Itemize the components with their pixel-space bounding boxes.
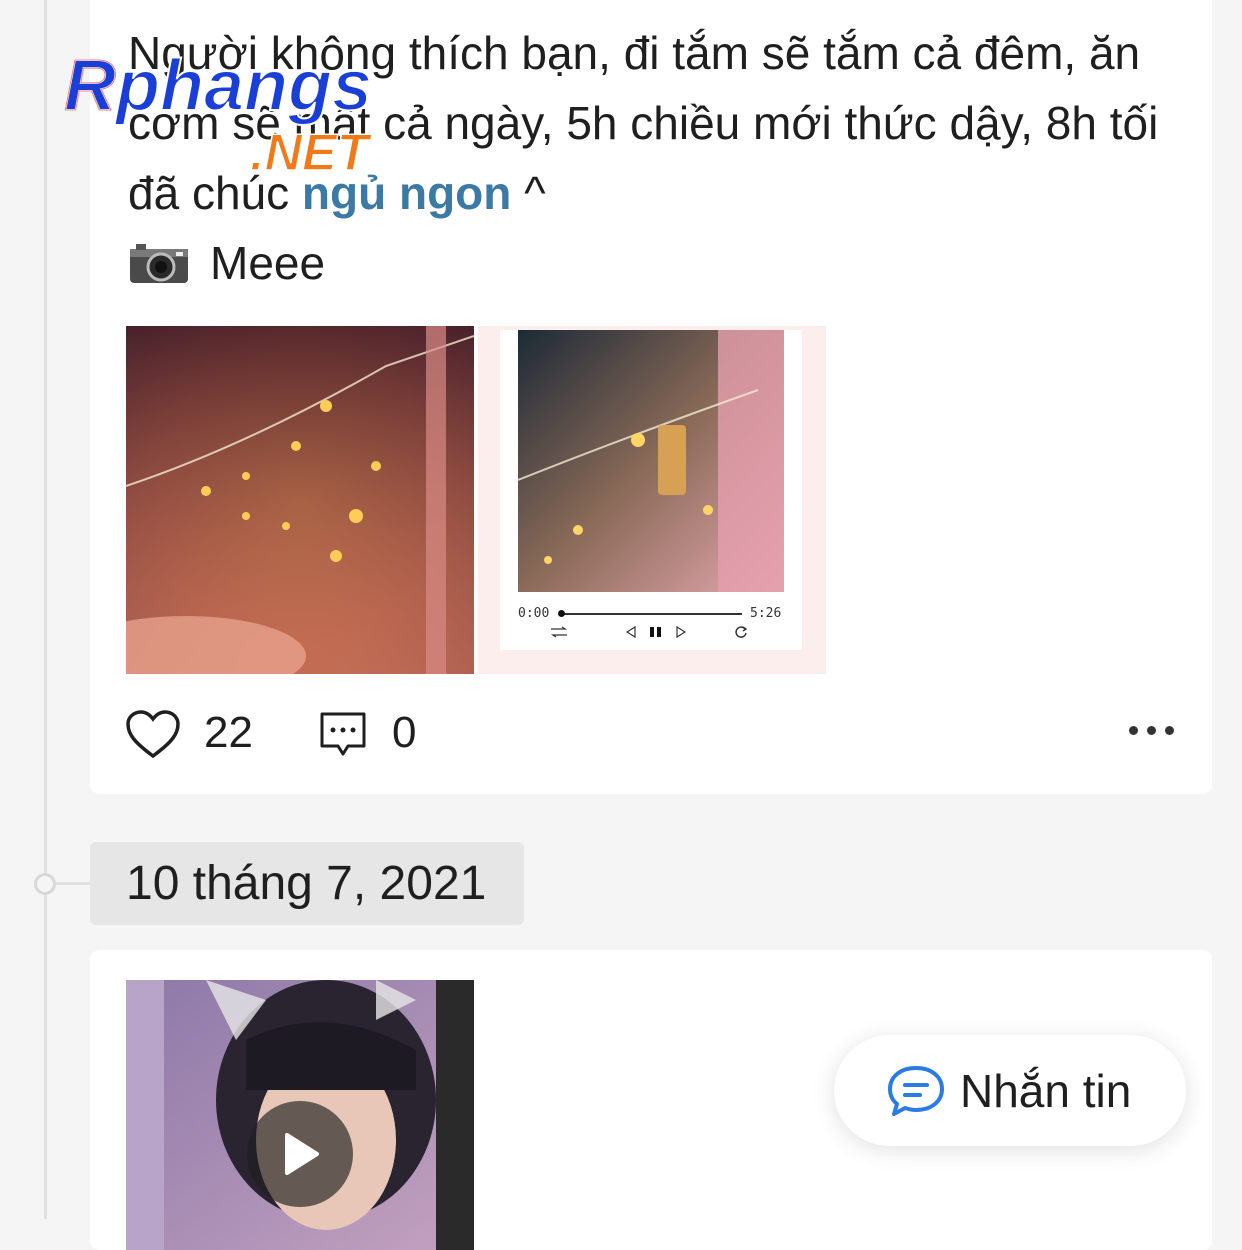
player-progress-track[interactable] — [562, 613, 742, 615]
video-thumbnail[interactable] — [126, 980, 474, 1250]
next-icon[interactable] — [675, 626, 687, 638]
timeline-node — [34, 873, 56, 895]
player-end-time: 5:26 — [750, 606, 782, 621]
comment-count: 0 — [392, 708, 417, 757]
camera-icon — [130, 244, 188, 283]
repeat-icon[interactable] — [734, 625, 748, 639]
timeline-line — [44, 0, 47, 1219]
chat-bubble-icon — [888, 1065, 944, 1116]
timeline-date: 10 tháng 7, 2021 — [90, 842, 524, 925]
previous-icon[interactable] — [625, 626, 637, 638]
credit-text: Meee — [210, 237, 326, 289]
player-progress-knob[interactable] — [558, 610, 565, 617]
player-start-time: 0:00 — [518, 606, 550, 621]
post-actions: 22 0 — [126, 706, 1176, 766]
svg-text:.NET: .NET — [250, 124, 373, 180]
timeline-connector — [55, 882, 91, 885]
svg-text:R: R — [64, 46, 116, 126]
pause-icon[interactable] — [648, 626, 664, 638]
photo-1-image — [126, 326, 474, 674]
like-count: 22 — [204, 708, 253, 757]
photo-2-image — [518, 330, 784, 592]
play-button[interactable] — [247, 1101, 353, 1207]
comment-icon[interactable] — [318, 710, 368, 760]
play-icon — [285, 1133, 319, 1175]
heart-icon[interactable] — [126, 710, 180, 760]
post-tail: ^ — [511, 167, 546, 219]
send-message-button[interactable]: Nhắn tin — [834, 1035, 1186, 1146]
post-photo-2[interactable]: 0:00 5:26 — [478, 326, 826, 674]
photo-credit: Meee — [128, 228, 325, 298]
post-photo-1[interactable] — [126, 326, 474, 674]
watermark-logo: Rphangs R .NET — [63, 45, 373, 180]
send-message-label: Nhắn tin — [960, 1064, 1132, 1117]
more-options-icon[interactable] — [1129, 726, 1174, 735]
shuffle-icon[interactable] — [550, 626, 568, 638]
